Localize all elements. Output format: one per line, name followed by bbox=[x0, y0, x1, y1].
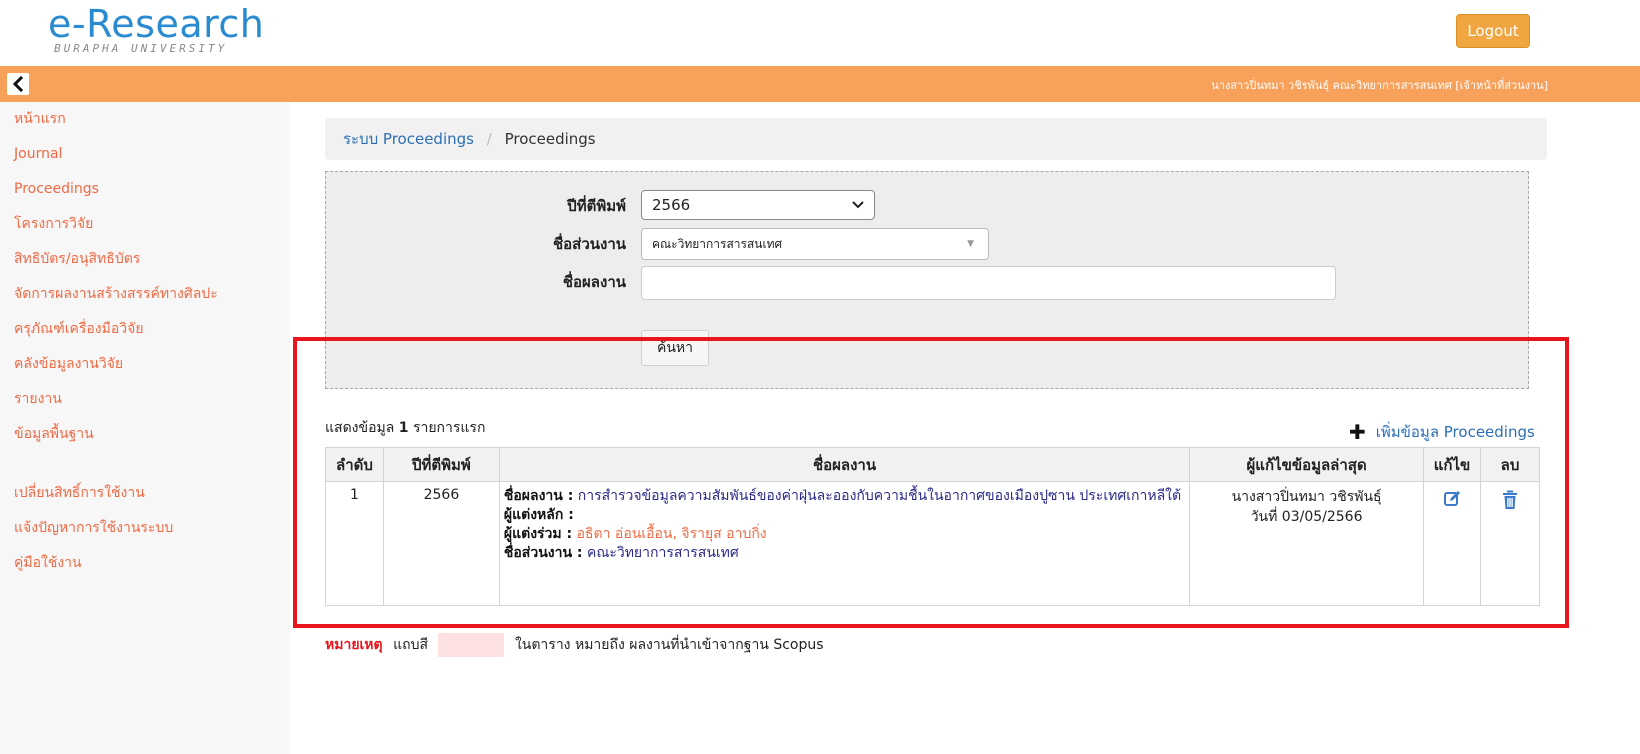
column-header-delete: ลบ bbox=[1479, 447, 1541, 482]
column-header-work-name: ชื่อผลงาน bbox=[498, 447, 1191, 482]
column-header-year: ปีที่ตีพิมพ์ bbox=[382, 447, 500, 482]
column-header-no: ลำดับ bbox=[325, 447, 384, 482]
sidebar-item-research-repository[interactable]: คลังข้อมูลงานวิจัย bbox=[0, 347, 290, 382]
breadcrumb-separator: / bbox=[486, 130, 492, 148]
sidebar-item-patents[interactable]: สิทธิบัตร/อนุสิทธิบัตร bbox=[0, 242, 290, 277]
header: e-Research BURAPHA UNIVERSITY Logout bbox=[0, 0, 1640, 66]
work-title-label: ชื่อผลงาน : bbox=[503, 488, 574, 504]
logo-title: e-Research bbox=[48, 2, 265, 46]
year-label: ปีที่ตีพิมพ์ bbox=[567, 197, 626, 215]
chevron-left-icon bbox=[12, 76, 24, 92]
work-title-line: ชื่อผลงาน : การสำรวจข้อมูลความสัมพันธ์ขอ… bbox=[504, 487, 1185, 506]
year-select[interactable]: 2566 bbox=[641, 190, 875, 220]
result-count-suffix: รายการแรก bbox=[412, 420, 486, 436]
sidebar-item-reports[interactable]: รายงาน bbox=[0, 382, 290, 417]
unit-label: ชื่อส่วนงาน bbox=[552, 235, 626, 253]
note-text-after: ในตาราง หมายถึง ผลงานที่นำเข้าจากฐาน Sco… bbox=[514, 637, 824, 653]
sidebar: หน้าแรก Journal Proceedings โครงการวิจัย… bbox=[0, 102, 290, 754]
column-header-edit: แก้ไข bbox=[1423, 447, 1481, 482]
table-header-row: ลำดับ ปีที่ตีพิมพ์ ชื่อผลงาน ผู้แก้ไขข้อ… bbox=[325, 447, 1541, 482]
unit-select-value: คณะวิทยาการสารสนเทศ bbox=[652, 237, 783, 251]
unit-line: ชื่อส่วนงาน : คณะวิทยาการสารสนเทศ bbox=[504, 544, 1185, 563]
sidebar-item-research-projects[interactable]: โครงการวิจัย bbox=[0, 207, 290, 242]
unit-name-label: ชื่อส่วนงาน : bbox=[503, 545, 583, 561]
sidebar-item-change-role[interactable]: เปลี่ยนสิทธิ์การใช้งาน bbox=[0, 476, 290, 511]
work-name-label: ชื่อผลงาน bbox=[562, 273, 626, 291]
coauthor-line: ผู้แต่งร่วม : อธิตา อ่อนเอื้อน, จิรายุส … bbox=[504, 525, 1185, 544]
editor-name: นางสาวปิ่นทมา วชิรพันธุ์ bbox=[1231, 489, 1382, 505]
trash-icon[interactable] bbox=[1502, 490, 1518, 514]
unit-name-value: คณะวิทยาการสารสนเทศ bbox=[586, 545, 739, 561]
search-button[interactable]: ค้นหา bbox=[641, 330, 709, 366]
result-count-prefix: แสดงข้อมูล bbox=[325, 420, 395, 436]
note-label: หมายเหตุ bbox=[325, 637, 383, 653]
add-proceedings-label: เพิ่มข้อมูล Proceedings bbox=[1375, 423, 1535, 441]
cell-edit bbox=[1423, 481, 1481, 606]
cell-year: 2566 bbox=[382, 481, 500, 606]
breadcrumb-link-proceedings-system[interactable]: ระบบ Proceedings bbox=[343, 130, 474, 148]
sidebar-toggle-button[interactable] bbox=[7, 73, 29, 95]
cell-delete bbox=[1479, 481, 1541, 606]
unit-select[interactable]: คณะวิทยาการสารสนเทศ ▼ bbox=[641, 228, 989, 260]
cell-work-detail: ชื่อผลงาน : การสำรวจข้อมูลความสัมพันธ์ขอ… bbox=[498, 481, 1191, 606]
column-header-last-editor: ผู้แก้ไขข้อมูลล่าสุด bbox=[1189, 447, 1425, 482]
breadcrumb-current: Proceedings bbox=[504, 130, 596, 148]
caret-down-icon: ▼ bbox=[967, 239, 974, 249]
result-count: แสดงข้อมูล 1 รายการแรก bbox=[325, 417, 485, 439]
sidebar-item-research-equipment[interactable]: ครุภัณฑ์เครื่องมือวิจัย bbox=[0, 312, 290, 347]
sidebar-item-basic-data[interactable]: ข้อมูลพื้นฐาน bbox=[0, 417, 290, 452]
chevron-down-icon bbox=[852, 191, 864, 229]
sidebar-divider bbox=[0, 452, 290, 476]
sidebar-item-proceedings[interactable]: Proceedings bbox=[0, 172, 290, 207]
coauthor-label: ผู้แต่งร่วม : bbox=[503, 526, 573, 542]
table-row: 1 2566 ชื่อผลงาน : การสำรวจข้อมูลความสัม… bbox=[325, 481, 1541, 606]
top-bar: นางสาวปิ่นทมา วชิรพันธุ์ คณะวิทยาการสารส… bbox=[0, 66, 1640, 102]
legend-note: หมายเหตุ แถบสี ในตาราง หมายถึง ผลงานที่น… bbox=[325, 633, 824, 657]
cell-last-editor: นางสาวปิ่นทมา วชิรพันธุ์ วันที่ 03/05/25… bbox=[1189, 481, 1425, 606]
main-author-line: ผู้แต่งหลัก : bbox=[504, 506, 1185, 525]
sidebar-item-report-problem[interactable]: แจ้งปัญหาการใช้งานระบบ bbox=[0, 511, 290, 546]
scopus-color-swatch bbox=[438, 633, 505, 657]
sidebar-item-journal[interactable]: Journal bbox=[0, 137, 290, 172]
user-info: นางสาวปิ่นทมา วชิรพันธุ์ คณะวิทยาการสารส… bbox=[1211, 79, 1548, 92]
note-text-before: แถบสี bbox=[393, 637, 429, 653]
search-panel: ปีที่ตีพิมพ์ 2566 ชื่อส่วนงาน คณะวิทยากา… bbox=[325, 171, 1529, 389]
breadcrumb: ระบบ Proceedings / Proceedings bbox=[325, 118, 1547, 160]
editor-date: วันที่ 03/05/2566 bbox=[1250, 509, 1363, 525]
main-author-label: ผู้แต่งหลัก : bbox=[503, 507, 574, 523]
logo[interactable]: e-Research BURAPHA UNIVERSITY bbox=[48, 2, 264, 55]
cell-no: 1 bbox=[325, 481, 384, 606]
sidebar-item-manual[interactable]: คู่มือใช้งาน bbox=[0, 546, 290, 581]
sidebar-item-creative-works[interactable]: จัดการผลงานสร้างสรรค์ทางศิลปะ bbox=[0, 277, 290, 312]
edit-icon[interactable] bbox=[1443, 490, 1461, 512]
plus-icon: ✚ bbox=[1349, 420, 1366, 444]
result-count-number: 1 bbox=[398, 420, 409, 436]
year-select-value: 2566 bbox=[652, 196, 691, 214]
work-name-input[interactable] bbox=[641, 266, 1336, 300]
sidebar-item-home[interactable]: หน้าแรก bbox=[0, 102, 290, 137]
results-table: ลำดับ ปีที่ตีพิมพ์ ชื่อผลงาน ผู้แก้ไขข้อ… bbox=[325, 447, 1541, 606]
work-title-link[interactable]: การสำรวจข้อมูลความสัมพันธ์ของค่าฝุ่นละออ… bbox=[578, 488, 1181, 504]
logout-button[interactable]: Logout bbox=[1456, 14, 1530, 48]
add-proceedings-link[interactable]: ✚ เพิ่มข้อมูล Proceedings bbox=[1349, 420, 1535, 444]
coauthor-value: อธิตา อ่อนเอื้อน, จิรายุส อาบกิ่ง bbox=[576, 526, 767, 542]
